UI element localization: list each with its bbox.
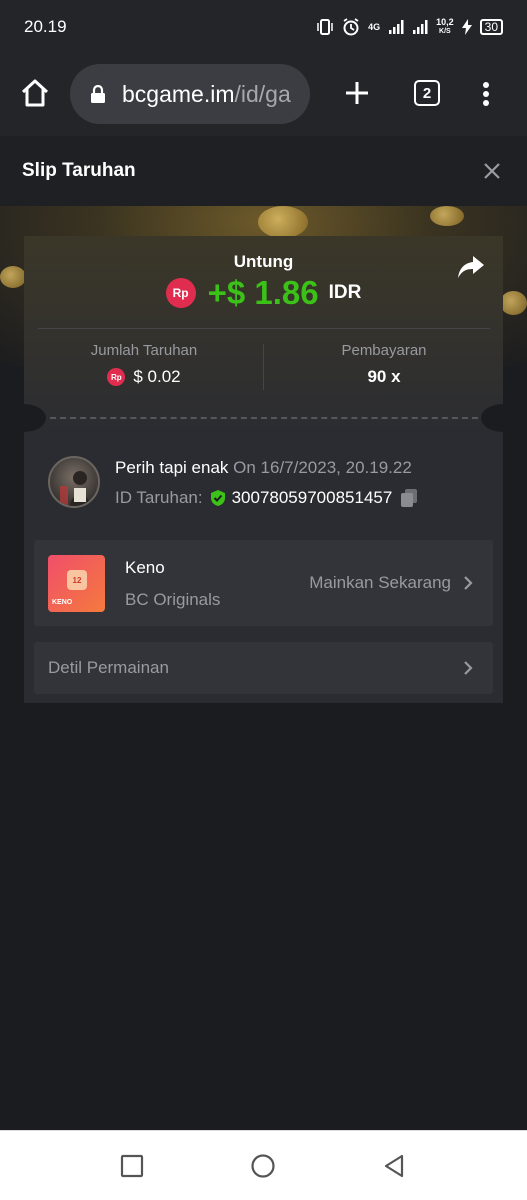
bet-date: On 16/7/2023, 20.19.22 (233, 458, 412, 477)
url-path: /id/ga (234, 80, 291, 107)
profit-value: +$ 1.86 (207, 274, 319, 311)
divider (38, 328, 490, 329)
game-details-label: Detil Permainan (48, 658, 169, 677)
game-provider: BC Originals (125, 590, 221, 609)
data-speed-unit: K/S (439, 28, 451, 35)
payout-label: Pembayaran (341, 342, 427, 359)
system-nav-bar (0, 1130, 527, 1200)
username[interactable]: Perih tapi enak (115, 458, 228, 477)
verified-shield-icon (210, 490, 225, 506)
profit-currency: IDR (328, 282, 362, 303)
keno-ball: 12 (67, 570, 87, 590)
bet-amount-value: $ 0.02 (133, 367, 181, 386)
close-icon[interactable] (483, 162, 501, 180)
coin-decoration (500, 291, 527, 315)
alarm-icon (342, 18, 360, 36)
play-now-link[interactable]: Mainkan Sekarang (309, 573, 451, 593)
signal-icon-2 (412, 19, 428, 35)
coin-decoration (258, 206, 308, 238)
bet-amount-row: Rp $ 0.02 (24, 367, 264, 387)
battery-icon: 30 (479, 19, 503, 35)
browser-toolbar: bcgame.im/id/ga 2 (0, 54, 527, 136)
bet-id-label: ID Taruhan: (115, 488, 203, 507)
back-icon[interactable] (381, 1153, 407, 1179)
data-speed-value: 10,2 (436, 17, 454, 27)
lock-icon (91, 85, 105, 103)
status-time: 20.19 (24, 17, 67, 36)
payout-value: 90 x (367, 367, 401, 386)
modal-header: Slip Taruhan (0, 136, 527, 206)
bet-slip-card: Untung Rp +$ 1.86 IDR Jumlah Taruhan Rp … (2, 236, 525, 703)
bet-slip-content: Untung Rp +$ 1.86 IDR Jumlah Taruhan Rp … (0, 206, 527, 1130)
signal-icon-1 (388, 19, 404, 35)
url-text: bcgame.im/id/ga (122, 81, 291, 108)
recent-apps-icon[interactable] (119, 1153, 145, 1179)
user-line: Perih tapi enak On 16/7/2023, 20.19.22 (115, 458, 412, 478)
tab-switcher-button[interactable]: 2 (414, 80, 440, 106)
vibrate-icon (316, 19, 334, 35)
bet-id-line: ID Taruhan: 30078059700851457 (115, 488, 418, 508)
status-bar: 20.19 4G 10,2 K/S 30 (0, 0, 527, 54)
copy-icon[interactable] (400, 488, 418, 508)
home-icon[interactable] (20, 78, 50, 108)
chevron-right-icon (464, 661, 473, 675)
more-menu-icon[interactable] (476, 80, 496, 110)
keno-game-thumbnail[interactable]: 12 KENO (48, 555, 105, 612)
share-icon[interactable] (457, 254, 485, 280)
new-tab-icon[interactable] (342, 78, 372, 108)
chevron-right-icon (464, 576, 473, 590)
keno-thumb-label: KENO (52, 599, 73, 606)
profit-row: Rp +$ 1.86 IDR (24, 274, 503, 312)
bet-id-value: 30078059700851457 (231, 488, 393, 507)
dashed-divider (50, 417, 478, 419)
game-row[interactable]: 12 KENO Keno BC Originals Mainkan Sekara… (34, 540, 493, 626)
user-info: Perih tapi enak On 16/7/2023, 20.19.22 I… (48, 456, 488, 512)
profit-label: Untung (233, 252, 294, 271)
payout-stat: Pembayaran 90 x (264, 342, 504, 387)
status-icons: 4G 10,2 K/S 30 (316, 18, 503, 36)
page-title: Slip Taruhan (22, 160, 136, 181)
url-host: bcgame.im (122, 80, 235, 107)
url-bar[interactable]: bcgame.im/id/ga (70, 64, 310, 124)
charging-icon (461, 19, 472, 35)
avatar[interactable] (48, 456, 100, 508)
bet-summary: Untung Rp +$ 1.86 IDR Jumlah Taruhan Rp … (24, 236, 503, 426)
data-speed: 10,2 K/S (436, 18, 454, 36)
ticket-notch (481, 404, 525, 432)
home-nav-icon[interactable] (250, 1153, 276, 1179)
game-name: Keno (125, 558, 165, 577)
coin-decoration (0, 266, 26, 288)
bet-amount-label: Jumlah Taruhan (90, 342, 198, 359)
game-details-row[interactable]: Detil Permainan (34, 642, 493, 694)
rupiah-coin-icon: Rp (107, 368, 126, 386)
coin-decoration (430, 206, 464, 226)
ticket-notch (2, 404, 46, 432)
network-label: 4G (368, 22, 381, 32)
rupiah-coin-icon: Rp (165, 278, 196, 308)
bet-amount-stat: Jumlah Taruhan Rp $ 0.02 (24, 342, 264, 387)
